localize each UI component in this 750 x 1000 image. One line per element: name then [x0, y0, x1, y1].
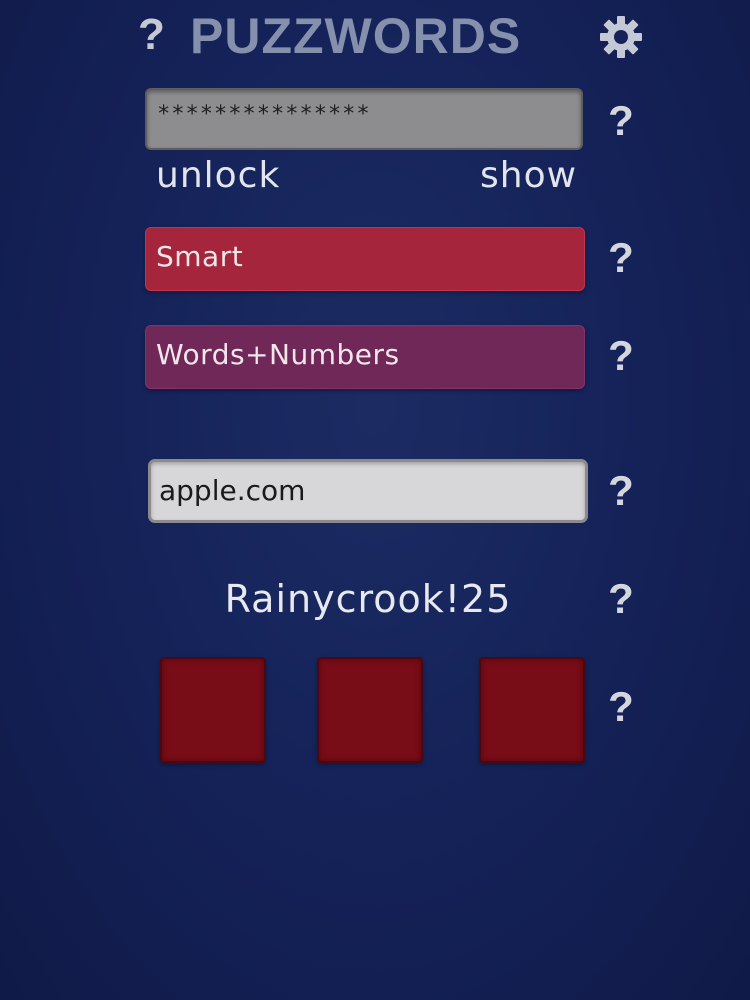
- site-input-value: apple.com: [159, 474, 306, 507]
- strength-selector-label: Smart: [156, 240, 244, 273]
- master-password-help-icon[interactable]: ?: [603, 96, 639, 146]
- style-selector[interactable]: Words+Numbers: [145, 325, 585, 389]
- gear-icon[interactable]: [598, 14, 644, 60]
- squares-help-icon[interactable]: ?: [603, 682, 639, 732]
- square-button-2[interactable]: [317, 657, 423, 763]
- master-password-mask: ***************: [157, 102, 371, 127]
- site-input[interactable]: apple.com: [148, 459, 588, 523]
- master-password-field[interactable]: ***************: [145, 88, 583, 150]
- header-help-icon[interactable]: ?: [138, 10, 165, 60]
- app-title: PUZZWORDS: [190, 8, 522, 64]
- square-button-3[interactable]: [479, 657, 585, 763]
- square-button-1[interactable]: [160, 657, 266, 763]
- strength-selector[interactable]: Smart: [145, 227, 585, 291]
- site-help-icon[interactable]: ?: [603, 466, 639, 516]
- show-button[interactable]: show: [480, 154, 577, 198]
- strength-help-icon[interactable]: ?: [603, 233, 639, 283]
- generated-password-help-icon[interactable]: ?: [603, 574, 639, 624]
- generated-password[interactable]: Rainycrook!25: [148, 574, 588, 624]
- unlock-button[interactable]: unlock: [156, 154, 280, 198]
- style-help-icon[interactable]: ?: [603, 331, 639, 381]
- style-selector-label: Words+Numbers: [156, 338, 400, 371]
